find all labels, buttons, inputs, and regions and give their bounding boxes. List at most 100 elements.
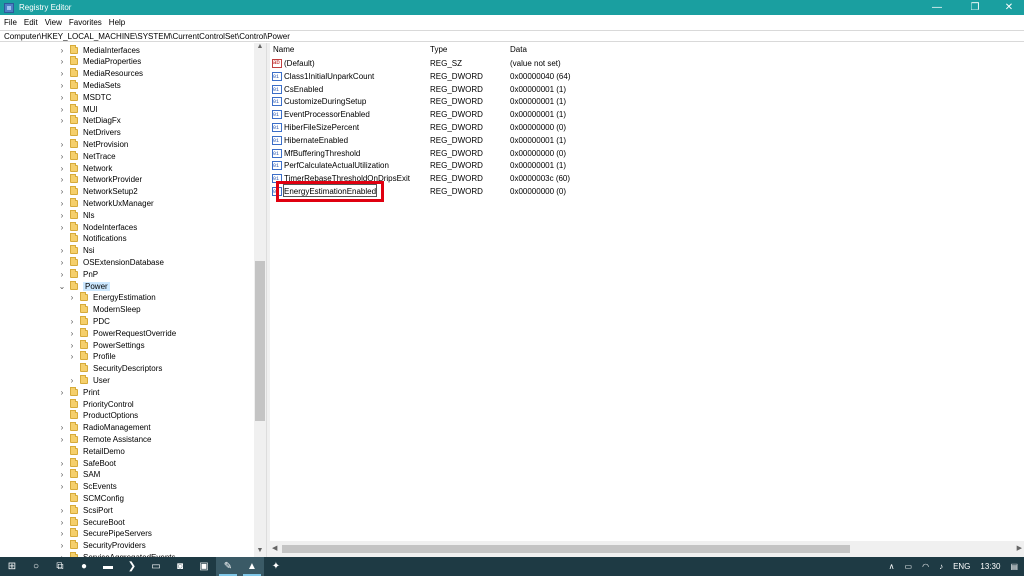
tree-item-networkprovider[interactable]: › NetworkProvider <box>58 174 142 186</box>
tray-wifi-icon[interactable]: ◠ <box>922 562 929 571</box>
tree-item-retaildemo[interactable]: RetailDemo <box>58 445 125 457</box>
key-tree[interactable]: › MediaInterfaces › MediaProperties › MediaRe… <box>0 43 266 557</box>
taskbar-file-explorer-icon[interactable]: ▭ <box>144 557 168 576</box>
values-scroll-thumb[interactable] <box>282 545 850 553</box>
tree-vertical-scrollbar[interactable]: ▲ ▼ <box>254 43 266 557</box>
tree-item-powerrequestoverride[interactable]: › PowerRequestOverride <box>68 327 176 339</box>
value-row[interactable]: CsEnabled REG_DWORD 0x00000001 (1) <box>270 83 1020 96</box>
tree-item-netdrivers[interactable]: NetDrivers <box>58 127 121 139</box>
tray-language[interactable]: ENG <box>953 562 970 571</box>
tree-item-pnp[interactable]: › PnP <box>58 268 98 280</box>
tree-item-user[interactable]: › User <box>68 374 110 386</box>
tree-item-mui[interactable]: › MUI <box>58 103 98 115</box>
tree-item-securityproviders[interactable]: › SecurityProviders <box>58 540 146 552</box>
taskbar-search-icon[interactable]: ○ <box>24 557 48 576</box>
tree-item-sam[interactable]: › SAM <box>58 469 100 481</box>
value-row[interactable]: HibernateEnabled REG_DWORD 0x00000001 (1) <box>270 134 1020 147</box>
chevron-right-icon[interactable]: › <box>58 174 66 186</box>
chevron-right-icon[interactable]: › <box>58 56 66 68</box>
chevron-right-icon[interactable]: › <box>58 197 66 209</box>
chevron-right-icon[interactable]: › <box>58 68 66 80</box>
chevron-right-icon[interactable]: › <box>58 245 66 257</box>
menu-view[interactable]: View <box>45 18 62 27</box>
tree-item-networkuxmanager[interactable]: › NetworkUxManager <box>58 197 154 209</box>
tree-item-nettrace[interactable]: › NetTrace <box>58 150 116 162</box>
values-horizontal-scrollbar[interactable]: ◀ ▶ <box>270 541 1024 557</box>
tree-item-productoptions[interactable]: ProductOptions <box>58 410 138 422</box>
scroll-up-arrow-icon[interactable]: ▲ <box>254 43 266 53</box>
tree-item-scmconfig[interactable]: SCMConfig <box>58 492 124 504</box>
tree-item-power[interactable]: ⌄ Power <box>58 280 110 292</box>
chevron-right-icon[interactable]: › <box>58 481 66 493</box>
chevron-right-icon[interactable]: › <box>58 115 66 127</box>
chevron-right-icon[interactable]: › <box>58 386 66 398</box>
chevron-right-icon[interactable]: › <box>58 221 66 233</box>
taskbar-app-3-icon[interactable]: ✎ <box>216 557 240 576</box>
value-row[interactable]: Class1InitialUnparkCount REG_DWORD 0x00000… <box>270 70 1020 83</box>
value-row[interactable]: MfBufferingThreshold REG_DWORD 0x00000000 … <box>270 147 1020 160</box>
chevron-right-icon[interactable]: › <box>58 504 66 516</box>
tree-item-prioritycontrol[interactable]: PriorityControl <box>58 398 134 410</box>
values-list[interactable]: Name Type Data (Default) REG_SZ (value not… <box>270 43 1024 557</box>
taskbar-app-4-icon[interactable]: ✦ <box>264 557 288 576</box>
value-row[interactable]: EventProcessorEnabled REG_DWORD 0x00000001… <box>270 108 1020 121</box>
taskbar-app-1-icon[interactable]: ◙ <box>168 557 192 576</box>
tree-item-modernsleep[interactable]: ModernSleep <box>68 304 141 316</box>
taskbar-photos-icon[interactable]: ▲ <box>240 557 264 576</box>
chevron-right-icon[interactable]: › <box>68 315 76 327</box>
tree-item-securepipeservers[interactable]: › SecurePipeServers <box>58 528 152 540</box>
tray-network-icon[interactable]: ▭ <box>905 562 913 571</box>
tree-item-netdiagfx[interactable]: › NetDiagFx <box>58 115 121 127</box>
tree-item-mediaresources[interactable]: › MediaResources <box>58 68 143 80</box>
tree-scroll-thumb[interactable] <box>255 261 265 421</box>
tree-item-safeboot[interactable]: › SafeBoot <box>58 457 116 469</box>
tray-volume-icon[interactable]: ♪ <box>939 562 943 571</box>
tree-item-networksetup2[interactable]: › NetworkSetup2 <box>58 186 138 198</box>
chevron-right-icon[interactable]: › <box>58 209 66 221</box>
column-header-data[interactable]: Data <box>510 45 527 54</box>
menu-file[interactable]: File <box>4 18 17 27</box>
tree-item-scevents[interactable]: › ScEvents <box>58 481 117 493</box>
tree-item-print[interactable]: › Print <box>58 386 99 398</box>
value-row[interactable]: (Default) REG_SZ (value not set) <box>270 57 1020 70</box>
tree-item-secureboot[interactable]: › SecureBoot <box>58 516 125 528</box>
tree-item-powersettings[interactable]: › PowerSettings <box>68 339 145 351</box>
scroll-down-arrow-icon[interactable]: ▼ <box>254 547 266 557</box>
tree-item-notifications[interactable]: Notifications <box>58 233 127 245</box>
address-bar[interactable]: Computer\HKEY_LOCAL_MACHINE\SYSTEM\Curre… <box>0 30 1024 42</box>
tree-item-netprovision[interactable]: › NetProvision <box>58 138 128 150</box>
maximize-button[interactable]: ❐ <box>960 0 990 15</box>
tree-item-mediasets[interactable]: › MediaSets <box>58 79 121 91</box>
close-button[interactable]: ✕ <box>994 0 1024 15</box>
chevron-right-icon[interactable]: › <box>68 327 76 339</box>
menu-favorites[interactable]: Favorites <box>69 18 102 27</box>
column-header-type[interactable]: Type <box>430 45 447 54</box>
tree-item-nls[interactable]: › Nls <box>58 209 95 221</box>
value-row[interactable]: CustomizeDuringSetup REG_DWORD 0x00000001 … <box>270 95 1020 108</box>
tray-clock[interactable]: 13:30 <box>980 562 1000 571</box>
tree-item-osextensiondatabase[interactable]: › OSExtensionDatabase <box>58 256 164 268</box>
tree-item-nodeinterfaces[interactable]: › NodeInterfaces <box>58 221 137 233</box>
taskbar-powershell-icon[interactable]: ❯ <box>120 557 144 576</box>
taskbar-app-2-icon[interactable]: ▣ <box>192 557 216 576</box>
chevron-right-icon[interactable]: › <box>58 44 66 56</box>
tree-item-mediaproperties[interactable]: › MediaProperties <box>58 56 141 68</box>
chevron-right-icon[interactable]: › <box>58 79 66 91</box>
taskbar-task-view-icon[interactable]: ⧉ <box>48 557 72 576</box>
chevron-right-icon[interactable]: › <box>58 91 66 103</box>
column-header-name[interactable]: Name <box>273 45 294 54</box>
scroll-right-arrow-icon[interactable]: ▶ <box>1017 544 1022 552</box>
chevron-right-icon[interactable]: › <box>58 162 66 174</box>
chevron-right-icon[interactable]: › <box>58 433 66 445</box>
minimize-button[interactable]: — <box>922 0 952 15</box>
chevron-right-icon[interactable]: › <box>58 150 66 162</box>
chevron-right-icon[interactable]: › <box>58 256 66 268</box>
chevron-right-icon[interactable]: › <box>58 528 66 540</box>
menu-edit[interactable]: Edit <box>24 18 38 27</box>
value-row[interactable]: HiberFileSizePercent REG_DWORD 0x00000000 … <box>270 121 1020 134</box>
chevron-right-icon[interactable]: › <box>58 457 66 469</box>
scroll-left-arrow-icon[interactable]: ◀ <box>272 544 277 552</box>
chevron-down-icon[interactable]: ⌄ <box>58 280 66 292</box>
menu-help[interactable]: Help <box>109 18 125 27</box>
tree-item-network[interactable]: › Network <box>58 162 112 174</box>
